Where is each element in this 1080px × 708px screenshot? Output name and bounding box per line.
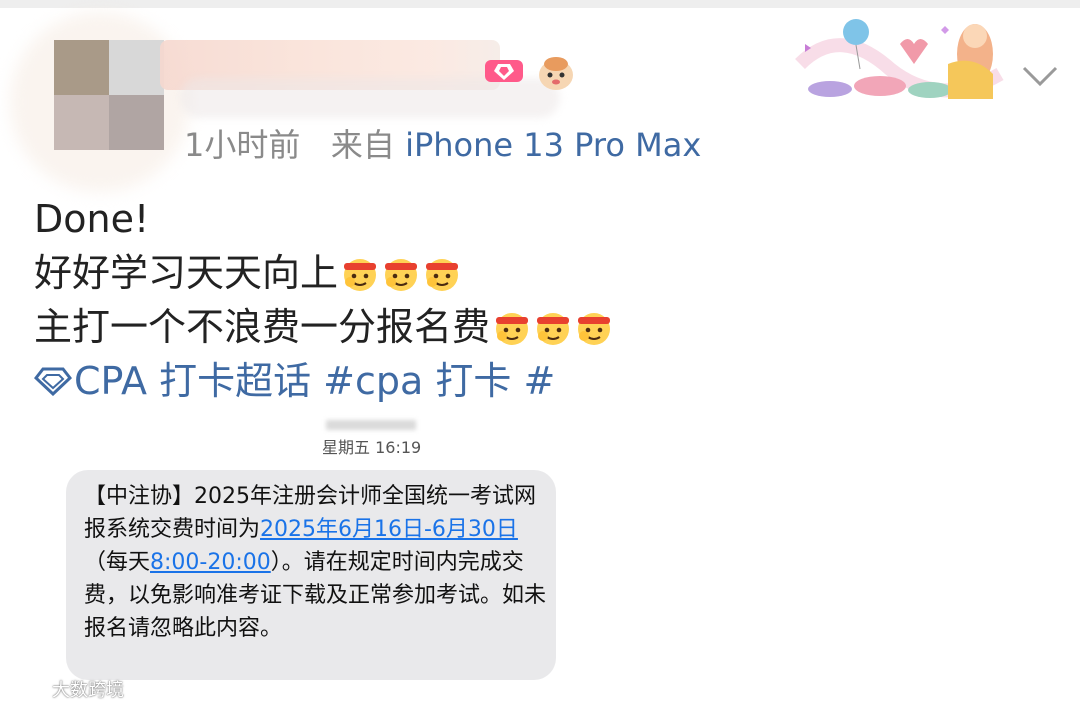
tag-text[interactable]: CPA 打卡超话 #cpa 打卡 # (74, 354, 555, 408)
post-line: Done! (34, 197, 150, 241)
post-line: 主打一个不浪费一分报名费 (34, 300, 613, 354)
watermark: 大数跨境 (8, 676, 124, 702)
post-line: 好好学习天天向上 (34, 246, 613, 300)
diamond-icon (34, 367, 72, 396)
sms-message: 【中注协】2025年注册会计师全国统一考试网报系统交费时间为2025年6月16日… (84, 484, 547, 641)
study-emoji-icon (426, 259, 459, 291)
study-emoji-icon (578, 313, 611, 345)
vip-badge-icon[interactable] (484, 56, 524, 86)
post-source-label: 来自 (330, 126, 395, 164)
watermark-logo-icon (9, 680, 48, 697)
post-body: Done! 好好学习天天向上 主打一个不浪费一分报名费 CPA 打卡超话 #cp… (34, 192, 613, 408)
sms-date-link[interactable]: 2025年6月16日-6月30日 (260, 517, 518, 542)
sms-timestamp: 星期五 16:19 (322, 438, 422, 457)
chevron-down-icon[interactable] (1018, 62, 1062, 92)
avatar[interactable] (54, 40, 164, 150)
post-time: 1小时前 (184, 126, 301, 164)
mascot-badge-icon[interactable] (536, 54, 576, 92)
decorative-banner (795, 19, 1004, 99)
post-meta: 1小时前 来自 iPhone 13 Pro Max (184, 120, 701, 166)
study-emoji-icon (537, 313, 570, 345)
sms-time-link[interactable]: 8:00-20:00 (150, 550, 271, 575)
top-divider (0, 0, 1080, 8)
study-emoji-icon (344, 259, 377, 291)
study-emoji-icon (385, 259, 418, 291)
super-topic-tag[interactable]: CPA 打卡超话 #cpa 打卡 # (34, 354, 613, 408)
post-device[interactable]: iPhone 13 Pro Max (405, 126, 701, 164)
sms-prev-blur (326, 420, 416, 430)
study-emoji-icon (496, 313, 529, 345)
